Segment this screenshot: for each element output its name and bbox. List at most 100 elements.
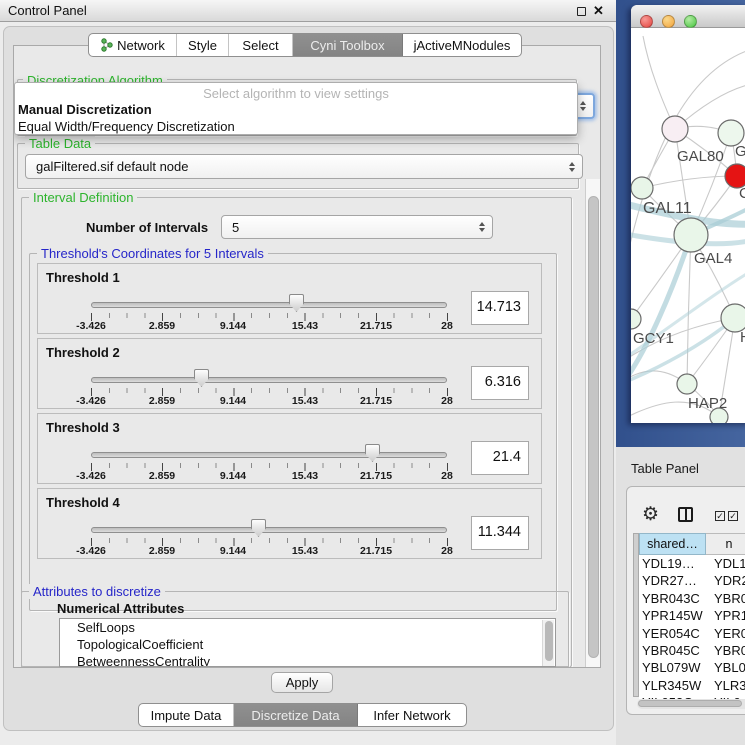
- threshold-2-label: Threshold 2: [46, 345, 120, 360]
- combo-arrows-icon: [479, 222, 485, 232]
- tick-label: 28: [441, 320, 453, 332]
- float-window-icon[interactable]: [577, 7, 586, 16]
- tick-label: 2.859: [149, 320, 175, 332]
- tick-marks: [91, 538, 448, 546]
- close-icon[interactable]: ✕: [593, 3, 604, 19]
- tick-label: -3.426: [76, 470, 106, 482]
- tab-jactivemnodules[interactable]: jActiveMNodules: [403, 34, 521, 56]
- tick-marks: [91, 313, 448, 321]
- table-row[interactable]: YBL079WYBL0: [639, 660, 745, 677]
- cell-shared-name: YBR043C: [642, 591, 700, 606]
- threshold-1-slider-thumb[interactable]: [289, 294, 304, 312]
- threshold-2-slider-thumb[interactable]: [194, 369, 209, 387]
- tick-label: 2.859: [149, 395, 175, 407]
- dropdown-option-manual[interactable]: Manual Discretization: [18, 102, 152, 117]
- threshold-3-label: Threshold 3: [46, 420, 120, 435]
- threshold-3-value-field[interactable]: 21.4: [471, 441, 529, 475]
- threshold-1-slider-track[interactable]: [91, 302, 447, 308]
- cell-shared-name: YLR345W: [642, 678, 701, 693]
- threshold-1-panel: Threshold 1 -3.426 2.859 9.144 15.43 21.…: [37, 263, 542, 334]
- list-scrollbar-thumb[interactable]: [545, 621, 553, 661]
- tab-cyni-toolbox[interactable]: Cyni Toolbox: [293, 34, 403, 56]
- close-traffic-light[interactable]: [640, 15, 653, 28]
- network-view-window: GAL80 GA C GAL11 GAL4 GCY1 H HAP2: [631, 5, 745, 423]
- cell-shared-name: YBR045C: [642, 643, 700, 658]
- table-horizontal-scrollbar[interactable]: [637, 699, 745, 709]
- column-header-shared[interactable]: shared…: [639, 533, 706, 555]
- table-data-combobox[interactable]: galFiltered.sif default node: [25, 154, 583, 179]
- node-gcy1[interactable]: [631, 309, 641, 329]
- list-item[interactable]: SelfLoops: [60, 619, 555, 636]
- list-item[interactable]: BetweennessCentrality: [60, 653, 555, 667]
- settings-scrollbar[interactable]: [585, 179, 601, 668]
- tick-label: 9.144: [220, 320, 246, 332]
- tick-label: 15.43: [292, 470, 318, 482]
- threshold-4-slider-thumb[interactable]: [251, 519, 266, 537]
- tick-label: 15.43: [292, 395, 318, 407]
- checkbox-icon[interactable]: ✓: [715, 511, 725, 521]
- threshold-2-slider-track[interactable]: [91, 377, 447, 383]
- numerical-attributes-label: Numerical Attributes: [57, 601, 184, 616]
- tab-jactivemnodules-label: jActiveMNodules: [414, 38, 511, 53]
- node-label-gal4: GAL4: [694, 250, 732, 267]
- tick-label: 21.715: [360, 320, 392, 332]
- node-label-gcy1: GCY1: [633, 330, 674, 347]
- node-label-partial-g: GA: [735, 143, 745, 160]
- tab-impute-data-label: Impute Data: [151, 708, 222, 723]
- checkbox-icon[interactable]: ✓: [728, 511, 738, 521]
- tab-network[interactable]: Network: [89, 34, 177, 56]
- table-horizontal-scrollbar-thumb[interactable]: [638, 700, 742, 707]
- network-icon: [100, 38, 113, 52]
- table-row[interactable]: YDR27…YDR2: [639, 573, 745, 590]
- threshold-4-value-field[interactable]: 11.344: [471, 516, 529, 550]
- zoom-traffic-light[interactable]: [684, 15, 697, 28]
- tab-style-label: Style: [188, 38, 217, 53]
- minimize-traffic-light[interactable]: [662, 15, 675, 28]
- threshold-3-slider-track[interactable]: [91, 452, 447, 458]
- threshold-3-panel: Threshold 3 -3.426 2.859 9.144 15.43 21.…: [37, 413, 542, 484]
- tab-impute-data[interactable]: Impute Data: [139, 704, 234, 726]
- tab-select[interactable]: Select: [229, 34, 293, 56]
- table-row[interactable]: YDL19…YDL1: [639, 556, 745, 573]
- node-gal11[interactable]: [631, 177, 653, 199]
- column-layout-icon[interactable]: [678, 507, 693, 522]
- list-scrollbar[interactable]: [542, 620, 554, 667]
- tab-infer-network[interactable]: Infer Network: [358, 704, 466, 726]
- table-row[interactable]: YBR045CYBR0: [639, 643, 745, 660]
- column-header-name[interactable]: n: [706, 533, 745, 555]
- node-gal80[interactable]: [662, 116, 688, 142]
- tab-discretize-data[interactable]: Discretize Data: [234, 704, 358, 726]
- table-row[interactable]: YPR145WYPR1: [639, 608, 745, 625]
- number-of-intervals-combobox[interactable]: 5: [221, 215, 493, 239]
- tab-select-label: Select: [242, 38, 278, 53]
- table-data-selected: galFiltered.sif default node: [36, 159, 188, 174]
- node-label-hap2: HAP2: [688, 395, 727, 412]
- network-window-titlebar[interactable]: [631, 5, 745, 28]
- table-row[interactable]: YBR043CYBR0: [639, 591, 745, 608]
- table-data-group-title: Table Data: [25, 136, 95, 151]
- gear-icon[interactable]: ⚙: [642, 505, 659, 524]
- apply-button[interactable]: Apply: [271, 672, 333, 693]
- threshold-3-slider-thumb[interactable]: [365, 444, 380, 462]
- node-gal4[interactable]: [674, 218, 708, 252]
- threshold-2-value-field[interactable]: 6.316: [471, 366, 529, 400]
- list-item[interactable]: TopologicalCoefficient: [60, 636, 555, 653]
- tick-label: 28: [441, 545, 453, 557]
- table-row[interactable]: YER054CYER0: [639, 626, 745, 643]
- node-h-partial[interactable]: [721, 304, 745, 332]
- threshold-1-value-field[interactable]: 14.713: [471, 291, 529, 325]
- tab-style[interactable]: Style: [177, 34, 229, 56]
- settings-scrollbar-thumb[interactable]: [588, 196, 599, 658]
- table-row[interactable]: YLR345W YLR3: [639, 678, 745, 695]
- interval-definition-group-title: Interval Definition: [29, 190, 137, 205]
- tick-label: 15.43: [292, 320, 318, 332]
- cell-name: YLR3: [714, 678, 745, 693]
- node-hap2[interactable]: [677, 374, 697, 394]
- tick-label: 9.144: [220, 545, 246, 557]
- threshold-4-slider-track[interactable]: [91, 527, 447, 533]
- network-canvas[interactable]: GAL80 GA C GAL11 GAL4 GCY1 H HAP2: [631, 28, 745, 423]
- threshold-4-label: Threshold 4: [46, 495, 120, 510]
- tick-marks: [91, 388, 448, 396]
- dropdown-option-equal-width[interactable]: Equal Width/Frequency Discretization: [18, 119, 235, 134]
- tick-label: 28: [441, 395, 453, 407]
